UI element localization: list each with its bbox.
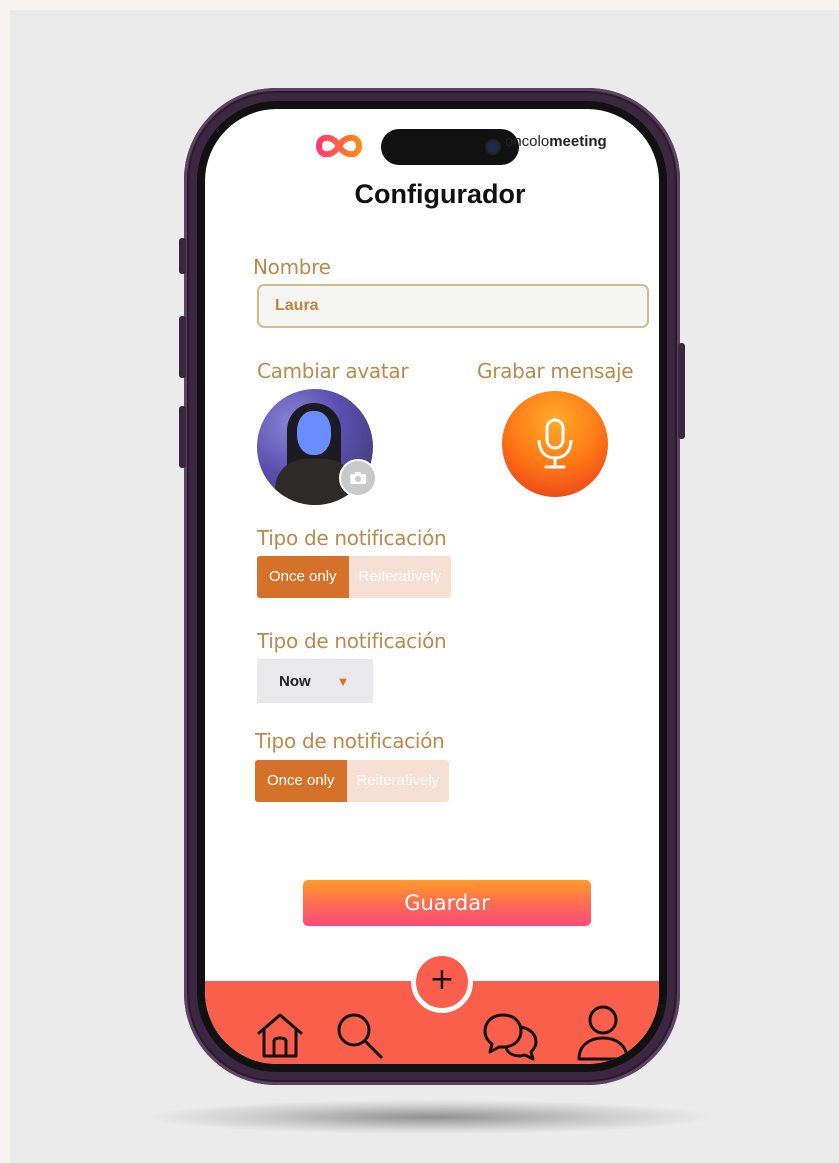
camera-icon	[487, 141, 499, 153]
name-label: Nombre	[253, 255, 331, 279]
caret-down-icon: ▼	[336, 673, 350, 689]
phone-volume-down	[179, 406, 186, 468]
notification-toggle-3: Once only Reiteratively	[255, 760, 450, 802]
avatar-label: Cambiar avatar	[257, 359, 409, 383]
page-title: Configurador	[354, 179, 526, 209]
reiteratively-option-1[interactable]: Reiteratively	[348, 556, 452, 598]
brand-name: oncolomeeting	[505, 133, 607, 150]
phone-power-button	[678, 343, 685, 439]
phone-action-button	[179, 238, 186, 274]
record-label: Grabar mensaje	[477, 359, 634, 383]
notification-type-label-1: Tipo de notificación	[257, 526, 447, 550]
phone-shadow	[150, 1100, 710, 1134]
profile-icon[interactable]	[575, 1003, 631, 1063]
search-icon[interactable]	[333, 1009, 387, 1063]
reiteratively-option-3[interactable]: Reiteratively	[346, 760, 450, 802]
app-screen: oncolomeeting Configurador Nombre Laura …	[205, 109, 659, 1064]
notification-toggle-1: Once only Reiteratively	[257, 556, 452, 598]
app-logo-icon	[315, 134, 363, 158]
brand-suffix: meeting	[549, 133, 607, 150]
phone-frame: oncolomeeting Configurador Nombre Laura …	[179, 88, 685, 1085]
save-button[interactable]: Guardar	[303, 880, 591, 926]
dynamic-island	[381, 129, 519, 165]
screen-bezel: oncolomeeting Configurador Nombre Laura …	[197, 101, 667, 1072]
record-message-button[interactable]	[502, 391, 608, 497]
once-only-option-3[interactable]: Once only	[255, 760, 347, 802]
select-value: Now	[279, 672, 311, 690]
once-only-option-1[interactable]: Once only	[257, 556, 349, 598]
notification-type-label-3: Tipo de notificación	[255, 729, 445, 753]
avatar-face	[297, 411, 331, 455]
add-button[interactable]: +	[411, 951, 473, 1013]
notification-timing-select[interactable]: Now ▼	[257, 659, 373, 703]
camera-glyph-icon	[350, 472, 366, 484]
notification-type-label-2: Tipo de notificación	[257, 629, 447, 653]
brand-prefix: oncolo	[505, 133, 550, 150]
name-input[interactable]: Laura	[257, 284, 649, 328]
chat-icon[interactable]	[481, 1009, 541, 1063]
phone-volume-up	[179, 316, 186, 378]
change-avatar-camera-icon[interactable]	[339, 459, 377, 497]
microphone-icon	[537, 418, 573, 469]
home-icon[interactable]	[255, 1011, 305, 1059]
